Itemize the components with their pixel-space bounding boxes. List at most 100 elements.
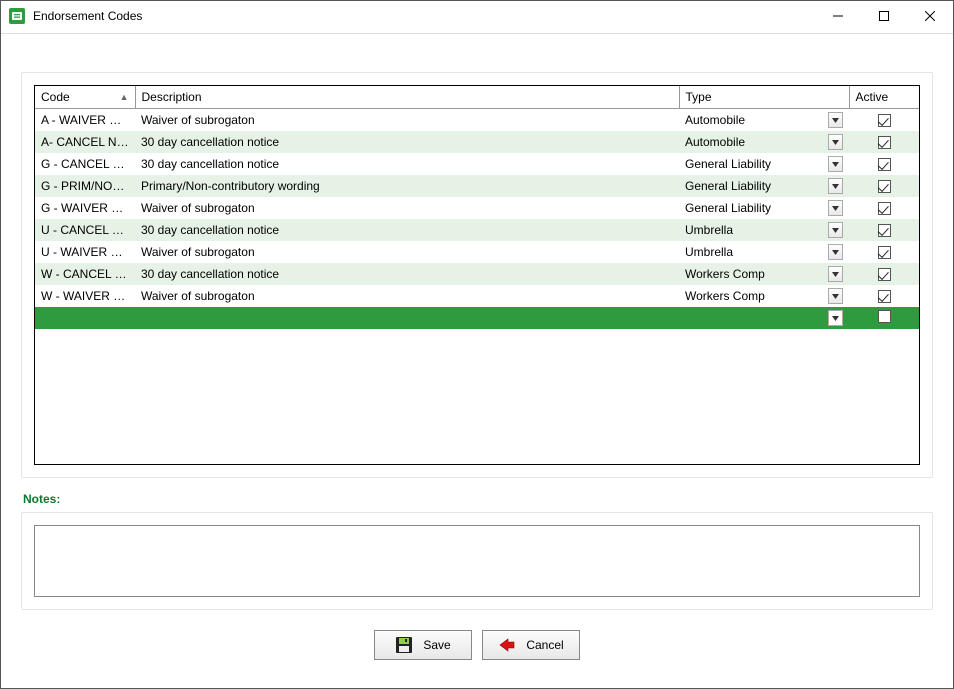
cell-active[interactable] (849, 175, 919, 197)
cell-active[interactable] (849, 307, 919, 329)
cell-active[interactable] (849, 285, 919, 307)
table-row[interactable]: G - PRIM/NON C...Primary/Non-contributor… (35, 175, 919, 197)
column-header-code-label: Code (41, 90, 70, 104)
type-value: Automobile (685, 113, 824, 127)
table-row[interactable]: U - CANCEL NO...30 day cancellation noti… (35, 219, 919, 241)
maximize-button[interactable] (861, 1, 907, 31)
notes-textarea[interactable] (34, 525, 920, 597)
cancel-button[interactable]: Cancel (482, 630, 580, 660)
app-icon (9, 8, 25, 24)
cell-code[interactable]: G - CANCEL NO... (35, 153, 135, 175)
save-button-label: Save (423, 638, 450, 652)
active-checkbox[interactable] (878, 158, 891, 171)
dropdown-icon[interactable] (828, 244, 843, 260)
type-value: Umbrella (685, 223, 824, 237)
sort-asc-icon: ▲ (120, 92, 129, 102)
cell-code[interactable] (35, 307, 135, 329)
cell-description[interactable]: Primary/Non-contributory wording (135, 175, 679, 197)
type-value: General Liability (685, 201, 824, 215)
cell-active[interactable] (849, 197, 919, 219)
cell-code[interactable]: U - WAIVER OF ... (35, 241, 135, 263)
cancel-icon (498, 636, 516, 654)
data-grid[interactable]: Code ▲ Description Type Active A - WAIVE… (34, 85, 920, 465)
table-row[interactable]: U - WAIVER OF ...Waiver of subrogatonUmb… (35, 241, 919, 263)
close-button[interactable] (907, 1, 953, 31)
table-row[interactable]: A- CANCEL NOTI...30 day cancellation not… (35, 131, 919, 153)
cell-active[interactable] (849, 241, 919, 263)
header-row: Code ▲ Description Type Active (35, 86, 919, 109)
title-bar: Endorsement Codes (1, 1, 953, 31)
cell-type[interactable] (679, 307, 849, 329)
dropdown-icon[interactable] (828, 156, 843, 172)
button-row: Save Cancel (21, 630, 933, 660)
cell-type[interactable]: Automobile (679, 131, 849, 153)
cell-description[interactable]: Waiver of subrogaton (135, 197, 679, 219)
cell-type[interactable]: Workers Comp (679, 285, 849, 307)
dropdown-icon[interactable] (828, 112, 843, 128)
minimize-button[interactable] (815, 1, 861, 31)
dropdown-icon[interactable] (828, 200, 843, 216)
type-value: General Liability (685, 179, 824, 193)
active-checkbox[interactable] (878, 310, 891, 323)
cell-code[interactable]: A - WAIVER OF ... (35, 109, 135, 132)
cell-code[interactable]: A- CANCEL NOTI... (35, 131, 135, 153)
type-value: General Liability (685, 157, 824, 171)
table-row[interactable]: W - WAIVER OF ...Waiver of subrogatonWor… (35, 285, 919, 307)
cell-type[interactable]: Automobile (679, 109, 849, 132)
dropdown-icon[interactable] (828, 310, 843, 326)
active-checkbox[interactable] (878, 224, 891, 237)
save-icon (395, 636, 413, 654)
type-value: Workers Comp (685, 267, 824, 281)
content-area: Code ▲ Description Type Active A - WAIVE… (1, 33, 953, 688)
active-checkbox[interactable] (878, 202, 891, 215)
cell-description[interactable]: 30 day cancellation notice (135, 131, 679, 153)
cell-type[interactable]: General Liability (679, 175, 849, 197)
cell-description[interactable]: Waiver of subrogaton (135, 285, 679, 307)
cell-description[interactable]: Waiver of subrogaton (135, 241, 679, 263)
active-checkbox[interactable] (878, 246, 891, 259)
save-button[interactable]: Save (374, 630, 472, 660)
cell-type[interactable]: General Liability (679, 153, 849, 175)
cell-code[interactable]: G - PRIM/NON C... (35, 175, 135, 197)
cell-code[interactable]: G - WAIVER OF ... (35, 197, 135, 219)
type-value: Automobile (685, 135, 824, 149)
active-checkbox[interactable] (878, 114, 891, 127)
cell-description[interactable]: Waiver of subrogaton (135, 109, 679, 132)
column-header-description[interactable]: Description (135, 86, 679, 109)
dropdown-icon[interactable] (828, 178, 843, 194)
cell-type[interactable]: Workers Comp (679, 263, 849, 285)
cell-description[interactable]: 30 day cancellation notice (135, 263, 679, 285)
cell-active[interactable] (849, 109, 919, 132)
cell-type[interactable]: Umbrella (679, 219, 849, 241)
cell-code[interactable]: W - WAIVER OF ... (35, 285, 135, 307)
dropdown-icon[interactable] (828, 266, 843, 282)
column-header-active[interactable]: Active (849, 86, 919, 109)
cell-code[interactable]: W - CANCEL NO... (35, 263, 135, 285)
table-row[interactable]: W - CANCEL NO...30 day cancellation noti… (35, 263, 919, 285)
active-checkbox[interactable] (878, 136, 891, 149)
dropdown-icon[interactable] (828, 288, 843, 304)
active-checkbox[interactable] (878, 268, 891, 281)
table-row[interactable]: G - CANCEL NO...30 day cancellation noti… (35, 153, 919, 175)
column-header-code[interactable]: Code ▲ (35, 86, 135, 109)
cell-active[interactable] (849, 219, 919, 241)
column-header-type[interactable]: Type (679, 86, 849, 109)
cell-active[interactable] (849, 263, 919, 285)
cell-active[interactable] (849, 131, 919, 153)
endorsement-codes-window: Endorsement Codes (0, 0, 954, 689)
cell-active[interactable] (849, 153, 919, 175)
table-row[interactable]: A - WAIVER OF ...Waiver of subrogaton Aut… (35, 109, 919, 132)
cell-description[interactable] (135, 307, 679, 329)
cell-type[interactable]: General Liability (679, 197, 849, 219)
dropdown-icon[interactable] (828, 134, 843, 150)
table-row-new[interactable] (35, 307, 919, 329)
cell-description[interactable]: 30 day cancellation notice (135, 153, 679, 175)
cell-code[interactable]: U - CANCEL NO... (35, 219, 135, 241)
active-checkbox[interactable] (878, 180, 891, 193)
notes-label: Notes: (23, 492, 931, 506)
dropdown-icon[interactable] (828, 222, 843, 238)
active-checkbox[interactable] (878, 290, 891, 303)
table-row[interactable]: G - WAIVER OF ...Waiver of subrogaton Gen… (35, 197, 919, 219)
cell-type[interactable]: Umbrella (679, 241, 849, 263)
cell-description[interactable]: 30 day cancellation notice (135, 219, 679, 241)
